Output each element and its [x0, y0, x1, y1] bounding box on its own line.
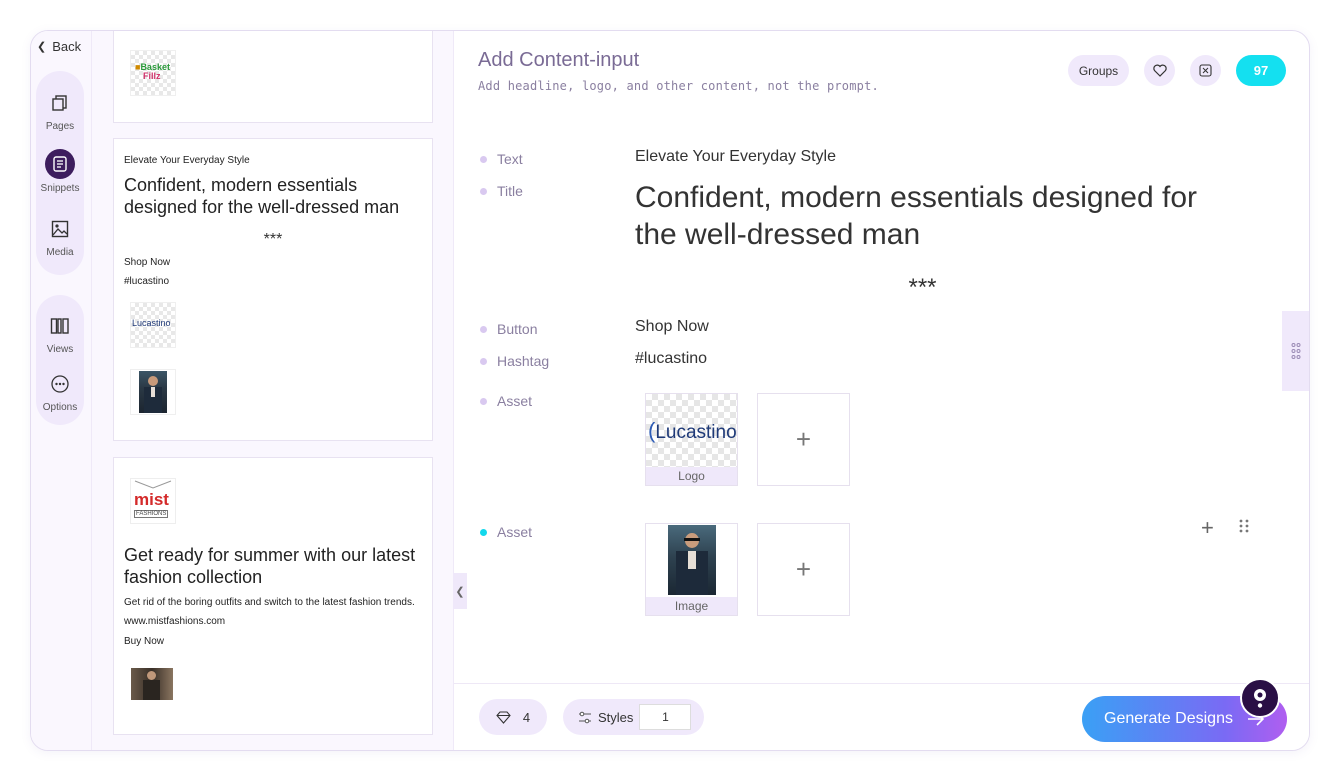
snippet-card[interactable]: Elevate Your Everyday Style Confident, m… — [113, 138, 433, 441]
back-button[interactable]: ❮ Back — [37, 39, 81, 54]
back-label: Back — [52, 39, 82, 54]
page-title: Add Content-input — [478, 49, 640, 71]
plus-icon: + — [795, 424, 812, 454]
dot-icon — [480, 397, 487, 405]
favorite-button[interactable] — [1144, 55, 1175, 86]
dot-icon — [480, 325, 487, 333]
plus-icon: + — [795, 554, 812, 584]
page-subtitle: Add headline, logo, and other content, n… — [478, 79, 879, 93]
assistant-icon — [1254, 689, 1266, 708]
snippet-card[interactable]: mist FASHIONS Get ready for summer with … — [113, 457, 433, 735]
chevron-left-icon: ❮ — [37, 41, 47, 53]
dot-icon — [480, 357, 487, 365]
field-label-hashtag: Hashtag — [480, 353, 549, 369]
snippet-card[interactable]: ■Basket Fillz — [113, 31, 433, 123]
hashtag-value[interactable]: #lucastino — [635, 350, 707, 368]
rail-label-pages: Pages — [45, 121, 75, 132]
sliders-icon — [579, 711, 591, 723]
field-label-button: Button — [480, 321, 537, 337]
snippet-title: Confident, modern essentials designed fo… — [124, 175, 400, 217]
button-value[interactable]: Shop Now — [635, 318, 709, 336]
lucastino-logo: (Lucastino — [648, 418, 737, 443]
assistant-button[interactable] — [1240, 678, 1280, 718]
mist-fashions-logo: mist FASHIONS — [130, 478, 176, 524]
main-panel: Add Content-input Add headline, logo, an… — [454, 31, 1309, 750]
add-asset-button[interactable]: + — [757, 393, 850, 486]
rail-label-views: Views — [46, 344, 74, 355]
command-button[interactable] — [1190, 55, 1221, 86]
snippet-body: Get rid of the boring outfits and switch… — [124, 597, 415, 608]
rail-item-pages[interactable]: Pages — [31, 89, 89, 132]
rail-label-options: Options — [42, 402, 78, 413]
field-label-title: Title — [480, 183, 523, 199]
app-window: ❮ Back Pages Snippets Media Views Option… — [30, 30, 1310, 751]
styles-label: Styles — [598, 709, 634, 725]
image-asset[interactable]: Image — [645, 523, 738, 616]
logo-caption: Logo — [646, 467, 737, 485]
text-value[interactable]: Elevate Your Everyday Style — [635, 148, 836, 166]
drag-handle[interactable] — [1239, 519, 1249, 538]
generate-label: Generate Designs — [1104, 710, 1233, 727]
snippets-panel: ■Basket Fillz Elevate Your Everyday Styl… — [92, 31, 454, 750]
logo-asset[interactable]: (Lucastino Logo — [645, 393, 738, 486]
media-icon — [46, 215, 74, 243]
field-label-asset: Asset — [480, 393, 532, 409]
title-value[interactable]: Confident, modern essentials designed fo… — [635, 179, 1215, 253]
snippet-hashtag: #lucastino — [124, 276, 170, 287]
rail-item-views[interactable]: Views — [31, 312, 89, 355]
diamond-icon — [496, 710, 511, 724]
snippet-separator: *** — [263, 231, 283, 248]
designs-count: 4 — [522, 709, 531, 725]
rail-item-options[interactable]: Options — [31, 370, 89, 413]
dot-icon — [480, 155, 487, 163]
rail-item-media[interactable]: Media — [31, 215, 89, 258]
grip-icon — [1291, 343, 1300, 359]
command-icon — [1199, 64, 1212, 77]
designs-count-button[interactable]: 4 — [479, 699, 547, 735]
pages-icon — [46, 89, 74, 117]
snippet-button-text: Buy Now — [124, 636, 165, 647]
rail-item-snippets[interactable]: Snippets — [31, 149, 89, 194]
dot-icon — [480, 187, 487, 195]
styles-input[interactable]: 1 — [639, 704, 692, 730]
basket-fillz-logo: ■Basket Fillz — [130, 50, 176, 96]
rail-label-snippets: Snippets — [40, 183, 80, 194]
footer-bar: 4 Styles 1 Generate Designs — [454, 678, 1309, 750]
groups-button[interactable]: Groups — [1068, 55, 1129, 86]
snippet-button-text: Shop Now — [124, 257, 171, 268]
model-photo — [668, 525, 716, 595]
add-field-button[interactable]: + — [1201, 515, 1214, 541]
side-panel-handle[interactable] — [1282, 311, 1309, 391]
lucastino-logo-thumb: Lucastino — [130, 302, 176, 348]
styles-control: Styles 1 — [563, 699, 704, 735]
left-rail: ❮ Back Pages Snippets Media Views Option… — [31, 31, 92, 750]
snippet-text: Elevate Your Everyday Style — [124, 155, 250, 166]
model-photo-thumb — [130, 369, 176, 415]
field-label-text: Text — [480, 151, 523, 167]
options-icon — [46, 370, 74, 398]
fashion-photo-thumb — [130, 661, 174, 705]
snippet-url: www.mistfashions.com — [124, 616, 226, 627]
add-asset-button[interactable]: + — [757, 523, 850, 616]
groups-label: Groups — [1078, 63, 1119, 78]
dot-icon — [480, 528, 487, 536]
plus-icon: + — [1201, 515, 1214, 540]
field-label-asset: Asset — [480, 524, 532, 540]
credits-badge[interactable]: 97 — [1236, 55, 1286, 86]
snippet-title: Get ready for summer with our latest fas… — [124, 545, 416, 587]
rail-label-media: Media — [46, 247, 74, 258]
heart-icon — [1152, 64, 1167, 77]
snippets-icon — [45, 149, 75, 179]
views-icon — [46, 312, 74, 340]
separator-value[interactable]: *** — [635, 274, 1210, 302]
grip-icon — [1239, 519, 1249, 533]
image-caption: Image — [646, 597, 737, 615]
